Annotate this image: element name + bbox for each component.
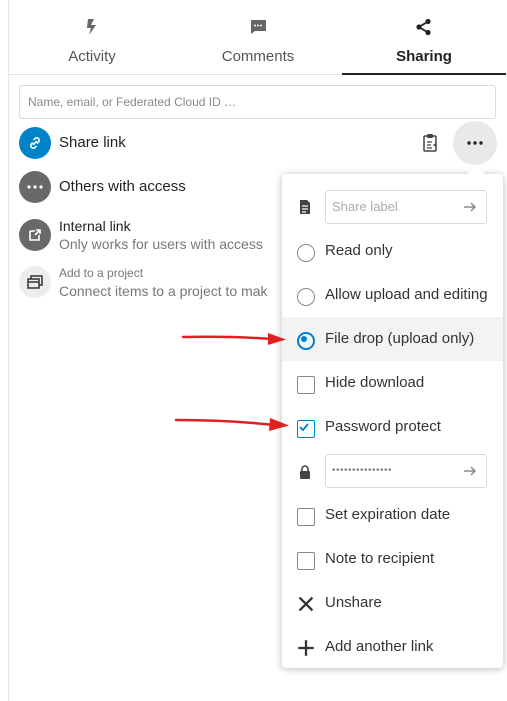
set-expiration-checkbox[interactable] — [297, 508, 315, 526]
password-protect-label: Password protect — [325, 418, 441, 435]
tab-bar: Activity Comments Sharing — [9, 0, 507, 75]
note-to-recipient-option[interactable]: Note to recipient — [282, 537, 503, 581]
sidebar-left-border — [8, 0, 9, 701]
add-to-project-row[interactable]: Add to a project Connect items to a proj… — [19, 265, 279, 301]
add-to-project-title: Add to a project — [59, 266, 144, 280]
others-avatar — [19, 171, 51, 203]
others-with-access-row[interactable]: Others with access — [19, 171, 279, 203]
annotation-arrow-file-drop — [181, 333, 286, 345]
project-icon — [27, 275, 43, 289]
password-field[interactable] — [325, 454, 487, 488]
more-dots-icon — [467, 141, 483, 145]
share-link-menu-button[interactable] — [453, 121, 497, 165]
comment-icon — [251, 20, 266, 34]
share-link-label: Share link — [59, 134, 126, 151]
unshare-option[interactable]: Unshare — [282, 581, 503, 625]
tab-activity[interactable]: Activity — [9, 0, 175, 74]
password-protect-checkbox[interactable] — [297, 420, 315, 438]
link-avatar — [19, 127, 51, 159]
activity-icon — [87, 19, 96, 35]
share-label-item — [282, 184, 503, 228]
arrow-right-icon[interactable] — [462, 463, 478, 479]
unshare-label: Unshare — [325, 594, 382, 611]
allow-upload-label: Allow upload and editing — [325, 286, 488, 303]
set-expiration-label: Set expiration date — [325, 506, 451, 523]
others-with-access-label: Others with access — [59, 178, 186, 195]
arrow-right-icon[interactable] — [462, 199, 478, 215]
file-drop-radio[interactable] — [297, 332, 315, 350]
share-label-field[interactable] — [325, 190, 487, 224]
read-only-option[interactable]: Read only — [282, 229, 503, 273]
share-link-row: Share link — [19, 127, 499, 159]
project-avatar — [19, 266, 51, 298]
tab-comments[interactable]: Comments — [175, 0, 341, 74]
tab-sharing-label: Sharing — [396, 48, 452, 65]
close-icon — [298, 596, 314, 612]
tab-comments-label: Comments — [221, 48, 295, 65]
set-expiration-option[interactable]: Set expiration date — [282, 493, 503, 537]
add-another-link-option[interactable]: Add another link — [282, 625, 503, 669]
copy-clipboard-icon[interactable] — [422, 133, 440, 153]
internal-link-avatar — [19, 219, 51, 251]
password-input[interactable] — [326, 455, 458, 485]
more-dots-icon — [27, 185, 43, 189]
lock-icon — [300, 465, 310, 479]
share-label-input[interactable] — [326, 191, 458, 221]
annotation-arrow-password — [174, 418, 289, 431]
share-search-input[interactable] — [19, 85, 496, 119]
internal-link-title: Internal link — [59, 218, 131, 234]
read-only-label: Read only — [325, 242, 393, 259]
document-icon — [300, 200, 310, 214]
tab-activity-label: Activity — [68, 48, 116, 65]
share-icon — [416, 18, 431, 36]
add-to-project-subtitle: Connect items to a project to mak — [59, 283, 268, 299]
hide-download-label: Hide download — [325, 374, 425, 391]
read-only-radio[interactable] — [297, 244, 315, 262]
link-icon — [30, 137, 40, 149]
internal-link-row[interactable]: Internal link Only works for users with … — [19, 218, 279, 254]
file-drop-label: File drop (upload only) — [325, 330, 475, 347]
hide-download-checkbox[interactable] — [297, 376, 315, 394]
add-another-link-label: Add another link — [325, 638, 434, 655]
allow-upload-radio[interactable] — [297, 288, 315, 306]
internal-link-subtitle: Only works for users with access — [59, 236, 263, 252]
hide-download-option[interactable]: Hide download — [282, 361, 503, 405]
checkmark-icon — [299, 423, 309, 432]
share-link-popover-menu: Read only Allow upload and editing File … — [282, 165, 503, 669]
note-to-recipient-checkbox[interactable] — [297, 552, 315, 570]
tab-sharing[interactable]: Sharing — [342, 0, 506, 75]
file-drop-option[interactable]: File drop (upload only) — [282, 317, 503, 361]
external-link-icon — [29, 229, 41, 241]
password-protect-option[interactable]: Password protect — [282, 405, 503, 449]
note-to-recipient-label: Note to recipient — [325, 550, 435, 567]
plus-icon — [298, 640, 314, 656]
password-field-item — [282, 449, 503, 493]
allow-upload-option[interactable]: Allow upload and editing — [282, 273, 503, 317]
